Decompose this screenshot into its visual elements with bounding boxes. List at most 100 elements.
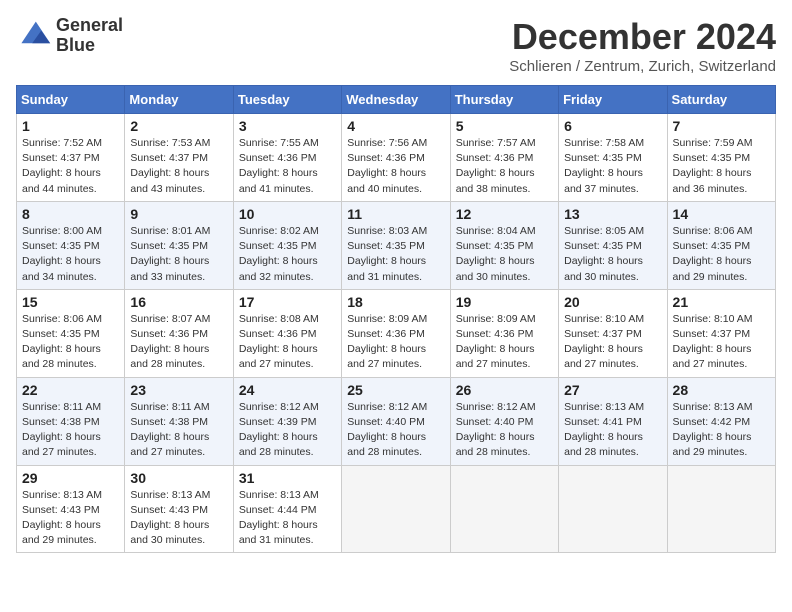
day-number: 1: [22, 118, 119, 134]
calendar-table: SundayMondayTuesdayWednesdayThursdayFrid…: [16, 85, 776, 553]
day-info: Sunrise: 8:07 AMSunset: 4:36 PMDaylight:…: [130, 312, 227, 373]
calendar-cell: 25 Sunrise: 8:12 AMSunset: 4:40 PMDayligh…: [342, 377, 450, 465]
calendar-cell: 12 Sunrise: 8:04 AMSunset: 4:35 PMDayligh…: [450, 201, 558, 289]
day-number: 28: [673, 382, 770, 398]
day-number: 22: [22, 382, 119, 398]
calendar-cell: 28Sunrise: 8:13 AMSunset: 4:42 PMDayligh…: [667, 377, 775, 465]
day-info: Sunrise: 8:11 AMSunset: 4:38 PMDaylight:…: [22, 400, 119, 461]
day-number: 9: [130, 206, 227, 222]
day-info: Sunrise: 8:13 AMSunset: 4:44 PMDaylight:…: [239, 488, 336, 549]
day-number: 15: [22, 294, 119, 310]
day-info: Sunrise: 7:55 AMSunset: 4:36 PMDaylight:…: [239, 136, 336, 197]
calendar-cell: 16 Sunrise: 8:07 AMSunset: 4:36 PMDayligh…: [125, 289, 233, 377]
day-info: Sunrise: 8:12 AMSunset: 4:39 PMDaylight:…: [239, 400, 336, 461]
subtitle: Schlieren / Zentrum, Zurich, Switzerland: [509, 58, 776, 75]
calendar-header-row: SundayMondayTuesdayWednesdayThursdayFrid…: [17, 86, 776, 114]
calendar-week-5: 29 Sunrise: 8:13 AMSunset: 4:43 PMDayligh…: [17, 465, 776, 553]
calendar-cell: 2 Sunrise: 7:53 AMSunset: 4:37 PMDaylight…: [125, 114, 233, 202]
logo-line2: Blue: [56, 36, 123, 56]
page-header: General Blue December 2024 Schlieren / Z…: [16, 16, 776, 75]
calendar-cell: 15 Sunrise: 8:06 AMSunset: 4:35 PMDayligh…: [17, 289, 125, 377]
calendar-cell: 20 Sunrise: 8:10 AMSunset: 4:37 PMDayligh…: [559, 289, 667, 377]
day-info: Sunrise: 8:06 AMSunset: 4:35 PMDaylight:…: [22, 312, 119, 373]
calendar-cell: 22 Sunrise: 8:11 AMSunset: 4:38 PMDayligh…: [17, 377, 125, 465]
title-section: December 2024 Schlieren / Zentrum, Zuric…: [509, 16, 776, 75]
day-number: 7: [673, 118, 770, 134]
day-number: 11: [347, 206, 444, 222]
day-number: 6: [564, 118, 661, 134]
day-number: 24: [239, 382, 336, 398]
calendar-cell: [342, 465, 450, 553]
calendar-cell: 11 Sunrise: 8:03 AMSunset: 4:35 PMDayligh…: [342, 201, 450, 289]
calendar-header-saturday: Saturday: [667, 86, 775, 114]
day-number: 10: [239, 206, 336, 222]
day-info: Sunrise: 7:53 AMSunset: 4:37 PMDaylight:…: [130, 136, 227, 197]
calendar-cell: 31 Sunrise: 8:13 AMSunset: 4:44 PMDayligh…: [233, 465, 341, 553]
day-number: 31: [239, 470, 336, 486]
calendar-week-3: 15 Sunrise: 8:06 AMSunset: 4:35 PMDayligh…: [17, 289, 776, 377]
calendar-cell: 18Sunrise: 8:09 AMSunset: 4:36 PMDayligh…: [342, 289, 450, 377]
logo-icon: [16, 18, 52, 54]
calendar-cell: 19 Sunrise: 8:09 AMSunset: 4:36 PMDayligh…: [450, 289, 558, 377]
day-info: Sunrise: 7:59 AMSunset: 4:35 PMDaylight:…: [673, 136, 770, 197]
calendar-cell: 30 Sunrise: 8:13 AMSunset: 4:43 PMDayligh…: [125, 465, 233, 553]
day-info: Sunrise: 8:04 AMSunset: 4:35 PMDaylight:…: [456, 224, 553, 285]
calendar-week-4: 22 Sunrise: 8:11 AMSunset: 4:38 PMDayligh…: [17, 377, 776, 465]
calendar-cell: 17Sunrise: 8:08 AMSunset: 4:36 PMDayligh…: [233, 289, 341, 377]
calendar-cell: [450, 465, 558, 553]
day-number: 25: [347, 382, 444, 398]
day-number: 16: [130, 294, 227, 310]
day-number: 23: [130, 382, 227, 398]
day-info: Sunrise: 7:58 AMSunset: 4:35 PMDaylight:…: [564, 136, 661, 197]
calendar-cell: 1Sunrise: 7:52 AMSunset: 4:37 PMDaylight…: [17, 114, 125, 202]
day-info: Sunrise: 8:12 AMSunset: 4:40 PMDaylight:…: [456, 400, 553, 461]
day-info: Sunrise: 8:13 AMSunset: 4:43 PMDaylight:…: [22, 488, 119, 549]
calendar-cell: 7 Sunrise: 7:59 AMSunset: 4:35 PMDaylight…: [667, 114, 775, 202]
calendar-week-1: 1Sunrise: 7:52 AMSunset: 4:37 PMDaylight…: [17, 114, 776, 202]
day-number: 8: [22, 206, 119, 222]
day-number: 30: [130, 470, 227, 486]
calendar-header-tuesday: Tuesday: [233, 86, 341, 114]
day-number: 13: [564, 206, 661, 222]
calendar-cell: 13 Sunrise: 8:05 AMSunset: 4:35 PMDayligh…: [559, 201, 667, 289]
calendar-cell: 4Sunrise: 7:56 AMSunset: 4:36 PMDaylight…: [342, 114, 450, 202]
day-info: Sunrise: 8:10 AMSunset: 4:37 PMDaylight:…: [564, 312, 661, 373]
day-info: Sunrise: 8:01 AMSunset: 4:35 PMDaylight:…: [130, 224, 227, 285]
day-info: Sunrise: 8:10 AMSunset: 4:37 PMDaylight:…: [673, 312, 770, 373]
day-info: Sunrise: 8:03 AMSunset: 4:35 PMDaylight:…: [347, 224, 444, 285]
day-info: Sunrise: 8:02 AMSunset: 4:35 PMDaylight:…: [239, 224, 336, 285]
calendar-week-2: 8Sunrise: 8:00 AMSunset: 4:35 PMDaylight…: [17, 201, 776, 289]
day-info: Sunrise: 8:09 AMSunset: 4:36 PMDaylight:…: [456, 312, 553, 373]
calendar-cell: 26 Sunrise: 8:12 AMSunset: 4:40 PMDayligh…: [450, 377, 558, 465]
calendar-cell: 6 Sunrise: 7:58 AMSunset: 4:35 PMDaylight…: [559, 114, 667, 202]
logo: General Blue: [16, 16, 123, 56]
calendar-header-thursday: Thursday: [450, 86, 558, 114]
day-info: Sunrise: 8:08 AMSunset: 4:36 PMDaylight:…: [239, 312, 336, 373]
calendar-cell: 8Sunrise: 8:00 AMSunset: 4:35 PMDaylight…: [17, 201, 125, 289]
day-number: 29: [22, 470, 119, 486]
calendar-cell: [559, 465, 667, 553]
day-info: Sunrise: 7:56 AMSunset: 4:36 PMDaylight:…: [347, 136, 444, 197]
calendar-cell: 10 Sunrise: 8:02 AMSunset: 4:35 PMDayligh…: [233, 201, 341, 289]
day-number: 18: [347, 294, 444, 310]
calendar-cell: [667, 465, 775, 553]
day-number: 26: [456, 382, 553, 398]
day-number: 20: [564, 294, 661, 310]
day-info: Sunrise: 8:13 AMSunset: 4:43 PMDaylight:…: [130, 488, 227, 549]
day-number: 19: [456, 294, 553, 310]
day-info: Sunrise: 8:12 AMSunset: 4:40 PMDaylight:…: [347, 400, 444, 461]
day-number: 2: [130, 118, 227, 134]
month-title: December 2024: [509, 16, 776, 58]
calendar-cell: 24 Sunrise: 8:12 AMSunset: 4:39 PMDayligh…: [233, 377, 341, 465]
day-number: 12: [456, 206, 553, 222]
calendar-cell: 9 Sunrise: 8:01 AMSunset: 4:35 PMDaylight…: [125, 201, 233, 289]
logo-text: General Blue: [56, 16, 123, 56]
calendar-cell: 23Sunrise: 8:11 AMSunset: 4:38 PMDayligh…: [125, 377, 233, 465]
logo-line1: General: [56, 16, 123, 36]
day-info: Sunrise: 8:05 AMSunset: 4:35 PMDaylight:…: [564, 224, 661, 285]
calendar-header-wednesday: Wednesday: [342, 86, 450, 114]
calendar-cell: 3Sunrise: 7:55 AMSunset: 4:36 PMDaylight…: [233, 114, 341, 202]
day-number: 5: [456, 118, 553, 134]
day-number: 14: [673, 206, 770, 222]
day-number: 21: [673, 294, 770, 310]
